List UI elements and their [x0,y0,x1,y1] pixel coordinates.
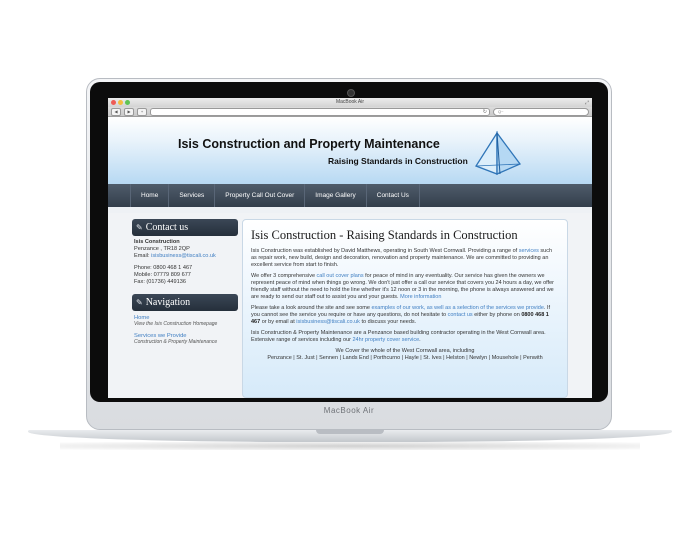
nav-services[interactable]: Services [169,184,216,207]
nav-home[interactable]: Home [130,184,170,207]
cover-plans-link[interactable]: call out cover plans [317,273,364,279]
site-slogan: Raising Standards in Construction [328,156,468,166]
browser-toolbar: ◀ ▶ + ↻ Q~ [108,107,592,117]
website: Isis Construction and Property Maintenan… [108,117,592,398]
brand-label: MacBook Air [323,406,375,415]
contact-email-label: Email: [134,253,150,259]
laptop-shadow [60,442,640,450]
site-header: Isis Construction and Property Maintenan… [108,117,592,184]
close-window-button[interactable] [111,100,116,105]
navigation-heading: Navigation [145,297,191,308]
contact-us-link[interactable]: contact us [448,312,473,318]
sidebar: ✎ Contact us Isis Construction Penzance … [132,219,238,345]
contact-fax: Fax: (01736) 449136 [134,279,186,285]
laptop-notch [316,430,384,434]
cover-paragraph: We offer 3 comprehensive call out cover … [251,273,559,301]
pyramid-logo-icon [475,130,522,175]
contact-address: Penzance , TR18 2QP [134,246,190,252]
examples-text-phone: either by phone on [472,312,522,318]
areas-list: Penzance | St. Just | Sennen | Lands End… [267,355,543,361]
new-tab-button[interactable]: + [137,107,147,116]
examples-text-end: to discuss your needs. [359,319,417,325]
nav-image-gallery[interactable]: Image Gallery [305,184,367,207]
address-bar[interactable]: ↻ [150,107,490,116]
more-information-link[interactable]: More information [400,294,441,300]
cover-text: We offer 3 comprehensive [251,273,317,279]
browser-titlebar: MacBook Air ⤢ [108,98,592,107]
examples-link[interactable]: examples of our work, as well as a selec… [371,305,543,311]
intro-paragraph: Isis Construction was established by Dav… [251,248,559,269]
camera-icon [347,89,355,97]
services-link[interactable]: services [519,248,539,254]
contact-heading: Contact us [145,222,189,233]
about-paragraph: Isis Construction & Property Maintenance… [251,330,559,344]
contact-email-link[interactable]: isisbusiness@tiscali.co.uk [151,253,216,259]
examples-text-email: or by email at [260,319,297,325]
fullscreen-icon[interactable]: ⤢ [585,99,589,108]
window-controls [111,100,130,105]
back-button[interactable]: ◀ [111,107,121,116]
contact-mobile: Mobile: 07779 809 677 [134,272,191,278]
forward-button[interactable]: ▶ [124,107,134,116]
nav-contact-us[interactable]: Contact Us [367,184,420,207]
main-panel: Isis Construction - Raising Standards in… [242,219,568,398]
property-cover-link[interactable]: 24hr property cover service [353,337,420,343]
sidebar-link-home-desc: View the Isis Construction Homepage [134,321,218,327]
sidebar-link-services-desc: Construction & Property Maintenance [134,339,218,345]
areas-intro: We Cover the whole of the West Cornwall … [335,348,475,354]
about-text-end: . [419,337,421,343]
minimize-window-button[interactable] [118,100,123,105]
zoom-window-button[interactable] [125,100,130,105]
contact-details: Isis Construction Penzance , TR18 2QP Em… [134,239,238,286]
email-link[interactable]: isisbusiness@tiscali.co.uk [296,319,360,325]
examples-paragraph: Please take a look around the site and s… [251,305,559,326]
contact-company: Isis Construction [134,239,180,245]
main-navigation: Home Services Property Call Out Cover Im… [108,184,592,207]
contact-heading-box: ✎ Contact us [132,219,238,236]
wrench-icon: ✎ [136,223,143,232]
main-heading: Isis Construction - Raising Standards in… [251,228,518,242]
search-input[interactable]: Q~ [493,107,589,116]
screen: MacBook Air ⤢ ◀ ▶ + ↻ Q~ Isis Constructi… [108,98,592,398]
site-title: Isis Construction and Property Maintenan… [178,137,440,151]
nav-property-call-out-cover[interactable]: Property Call Out Cover [215,184,306,207]
reload-icon[interactable]: ↻ [483,109,487,115]
contact-phone: Phone: 0800 468 1 467 [134,265,193,271]
intro-text: Isis Construction was established by Dav… [251,248,519,254]
window-title: MacBook Air [335,99,365,105]
wrench-icon: ✎ [136,298,143,307]
content-area: ✎ Contact us Isis Construction Penzance … [108,213,592,398]
navigation-heading-box: ✎ Navigation [132,294,238,311]
examples-text: Please take a look around the site and s… [251,305,372,311]
